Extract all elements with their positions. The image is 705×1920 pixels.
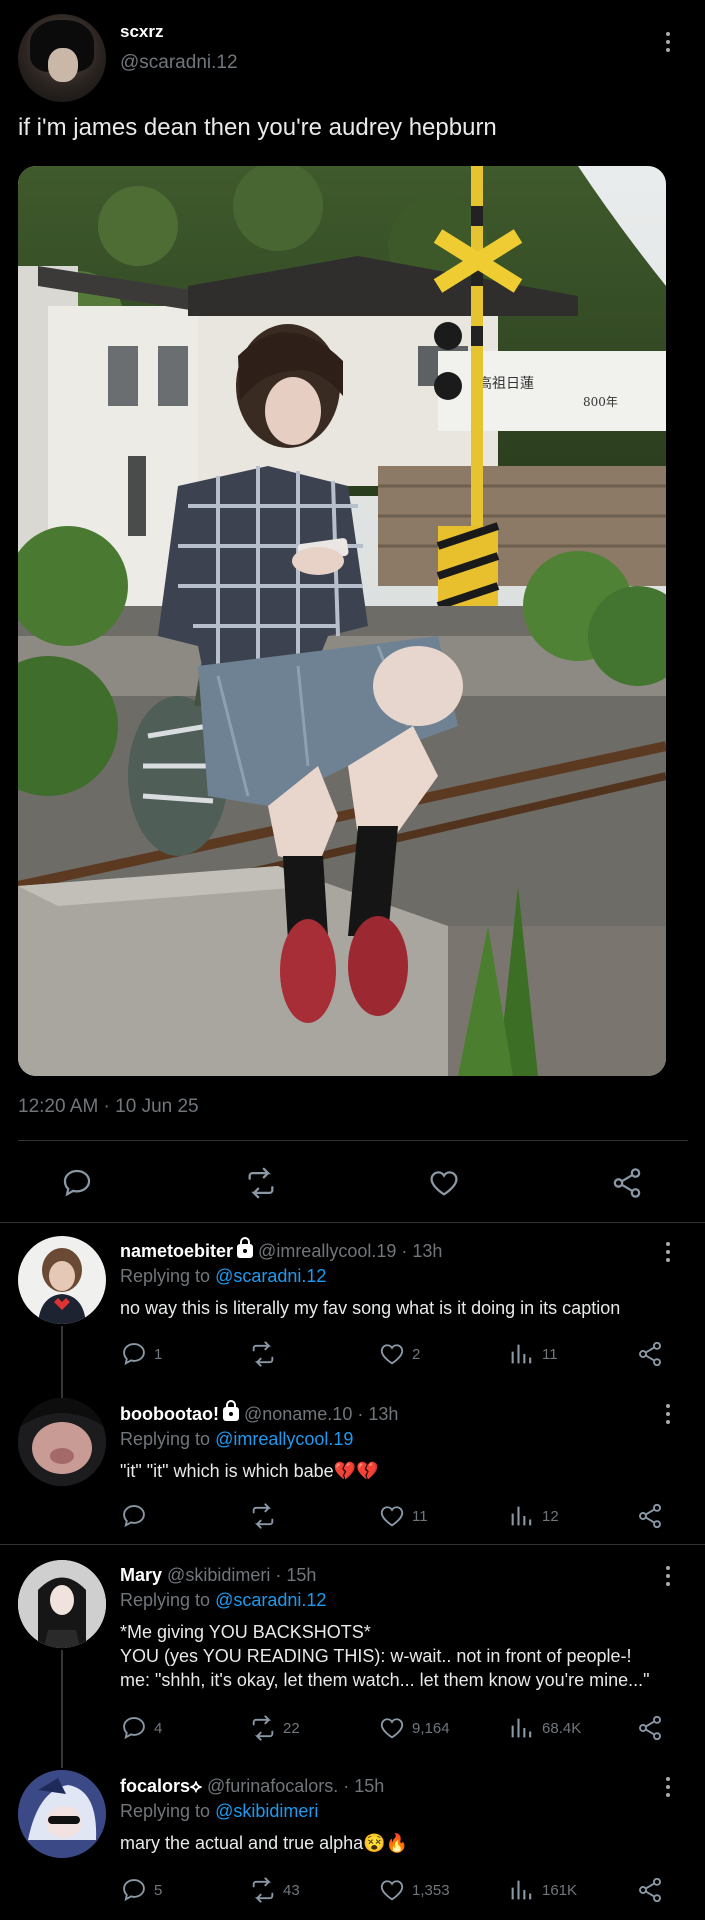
- repost-button[interactable]: [249, 1340, 283, 1368]
- svg-text:高祖日蓮: 高祖日蓮: [478, 375, 534, 392]
- like-button[interactable]: 2: [378, 1340, 420, 1368]
- thread-line: [61, 1650, 63, 1768]
- views-button[interactable]: 12: [508, 1502, 559, 1530]
- like-button[interactable]: 9,164: [378, 1714, 450, 1742]
- more-icon[interactable]: [656, 30, 680, 54]
- divider: [0, 1544, 705, 1545]
- share-icon: [639, 1503, 661, 1529]
- reply-icon: [63, 1169, 91, 1197]
- reply-button[interactable]: 1: [120, 1340, 162, 1368]
- reply-avatar[interactable]: [18, 1560, 106, 1648]
- author-avatar[interactable]: [18, 14, 106, 102]
- reply-icon: [123, 1717, 145, 1740]
- share-icon: [639, 1877, 661, 1903]
- repost-icon: [252, 1341, 274, 1367]
- like-icon: [380, 1344, 404, 1365]
- author-name[interactable]: scxrz: [120, 22, 163, 42]
- post-timestamp: 12:20 AM · 10 Jun 25: [18, 1096, 199, 1117]
- views-icon: [511, 1718, 532, 1738]
- share-button[interactable]: [636, 1502, 664, 1530]
- svg-text:800年: 800年: [583, 395, 618, 409]
- like-button[interactable]: [427, 1166, 461, 1200]
- repost-icon: [252, 1877, 274, 1903]
- post-text: if i'm james dean then you're audrey hep…: [18, 114, 497, 141]
- reply-text: YOU (yes YOU READING THIS): w-wait.. not…: [120, 1646, 632, 1666]
- replying-to: Replying to @skibidimeri: [120, 1801, 319, 1821]
- repost-icon: [252, 1503, 274, 1529]
- reply-text: *Me giving YOU BACKSHOTS*: [120, 1622, 371, 1642]
- divider: [18, 1140, 688, 1141]
- repost-icon: [252, 1715, 274, 1741]
- reply-author[interactable]: Mary @skibidimeri · 15h: [120, 1565, 316, 1586]
- lock-icon: [237, 1237, 254, 1258]
- mention-link[interactable]: @scaradni.12: [215, 1590, 326, 1610]
- like-icon: [380, 1880, 404, 1901]
- replying-to: Replying to @imreallycool.19: [120, 1429, 354, 1449]
- reply-text: no way this is literally my fav song wha…: [120, 1298, 621, 1318]
- author-handle[interactable]: @scaradni.12: [120, 52, 238, 74]
- more-icon[interactable]: [656, 1775, 680, 1799]
- replying-to: Replying to @scaradni.12: [120, 1590, 327, 1610]
- views-button[interactable]: 11: [508, 1340, 558, 1368]
- reply-icon: [123, 1879, 145, 1902]
- repost-button[interactable]: [249, 1502, 283, 1530]
- mention-link[interactable]: @imreallycool.19: [215, 1429, 353, 1449]
- share-icon: [639, 1715, 661, 1741]
- more-icon[interactable]: [656, 1564, 680, 1588]
- reply-button[interactable]: [120, 1502, 154, 1530]
- like-icon: [380, 1506, 404, 1527]
- like-button[interactable]: 11: [378, 1502, 428, 1530]
- views-icon: [511, 1344, 532, 1364]
- share-button[interactable]: [636, 1876, 664, 1904]
- mention-link[interactable]: @skibidimeri: [215, 1801, 318, 1821]
- views-icon: [511, 1506, 532, 1526]
- views-button[interactable]: 161K: [508, 1876, 577, 1904]
- reply-avatar[interactable]: [18, 1398, 106, 1486]
- reply-button[interactable]: [60, 1166, 94, 1200]
- reply-author[interactable]: boobootao! @noname.10 · 13h: [120, 1400, 398, 1425]
- mention-link[interactable]: @scaradni.12: [215, 1266, 326, 1286]
- share-button[interactable]: [610, 1166, 644, 1200]
- divider: [0, 1222, 705, 1223]
- reply-icon: [123, 1343, 145, 1366]
- more-icon[interactable]: [656, 1402, 680, 1426]
- share-icon: [613, 1168, 641, 1198]
- reply-avatar[interactable]: [18, 1236, 106, 1324]
- reply-icon: [123, 1505, 145, 1528]
- repost-button[interactable]: [244, 1166, 278, 1200]
- repost-icon: [248, 1167, 274, 1199]
- post-image[interactable]: 高祖日蓮 800年: [18, 166, 666, 1076]
- reply-text: me: "shhh, it's okay, let them watch... …: [120, 1670, 650, 1690]
- repost-button[interactable]: 22: [249, 1714, 300, 1742]
- reply-text: "it" "it" which is which babe💔💔: [120, 1461, 379, 1481]
- views-icon: [511, 1880, 532, 1900]
- views-button[interactable]: 68.4K: [508, 1714, 581, 1742]
- share-icon: [639, 1341, 661, 1367]
- more-icon[interactable]: [656, 1240, 680, 1264]
- reply-author[interactable]: nametoebiter @imreallycool.19 · 13h: [120, 1237, 442, 1262]
- replying-to: Replying to @scaradni.12: [120, 1266, 327, 1286]
- share-button[interactable]: [636, 1714, 664, 1742]
- post-photo-illustration: 高祖日蓮 800年: [18, 166, 666, 1076]
- like-button[interactable]: 1,353: [378, 1876, 450, 1904]
- like-icon: [430, 1171, 458, 1196]
- reply-author[interactable]: focalors⟡ @furinafocalors. · 15h: [120, 1776, 384, 1797]
- lock-icon: [222, 1400, 239, 1421]
- reply-button[interactable]: 5: [120, 1876, 162, 1904]
- repost-button[interactable]: 43: [249, 1876, 300, 1904]
- like-icon: [380, 1718, 404, 1739]
- reply-text: mary the actual and true alpha😵🔥: [120, 1833, 408, 1853]
- reply-avatar[interactable]: [18, 1770, 106, 1858]
- share-button[interactable]: [636, 1340, 664, 1368]
- reply-button[interactable]: 4: [120, 1714, 162, 1742]
